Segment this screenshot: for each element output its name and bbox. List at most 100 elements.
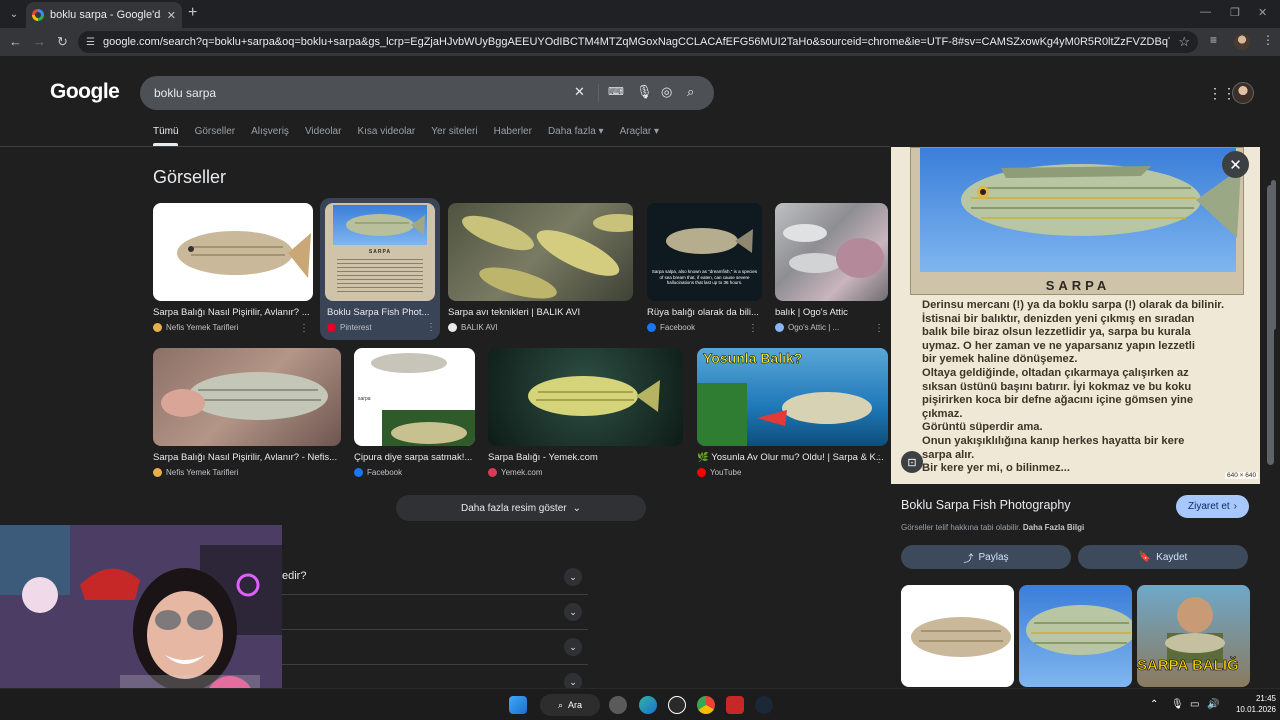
volume-icon[interactable]: 🔊 (1207, 699, 1219, 710)
result-caption[interactable]: Rüya balığı olarak da bili... (647, 307, 762, 319)
window-close-icon[interactable]: ✕ (1258, 6, 1267, 19)
network-icon[interactable]: ▭ (1190, 699, 1199, 710)
more-options-icon[interactable]: ⋮ (874, 454, 884, 465)
result-thumbnail[interactable] (153, 348, 341, 446)
more-options-icon[interactable]: ⋮ (426, 322, 436, 333)
tab-short-videos[interactable]: Kısa videolar (357, 126, 415, 137)
related-image[interactable]: SARPA BALIĞ (1137, 585, 1250, 687)
result-source[interactable]: Nefis Yemek Tarifleri (153, 321, 313, 333)
bookmark-star-icon[interactable]: ☆ (1178, 34, 1190, 50)
image-result[interactable]: balık | Ogo's Attic Ogo's Attic | ... ⋮ (775, 203, 888, 334)
site-info-icon[interactable]: ☰ (86, 37, 95, 48)
result-caption[interactable]: balık | Ogo's Attic (775, 307, 888, 319)
chevron-down-icon[interactable]: ⌄ (564, 603, 582, 621)
search-input[interactable]: boklu sarpa (154, 86, 216, 100)
result-thumbnail[interactable] (488, 348, 683, 446)
result-thumbnail[interactable]: Sarpa salpa, also known as "dreamfish," … (647, 203, 762, 301)
restore-icon[interactable]: ❐ (1230, 6, 1240, 19)
related-image[interactable] (901, 585, 1014, 687)
image-result[interactable]: Sarpa avı teknikleri | BALIK AVI BALIK A… (448, 203, 633, 333)
forward-icon[interactable]: → (33, 34, 46, 49)
related-image[interactable] (1019, 585, 1132, 687)
visit-button[interactable]: Ziyaret et › (1176, 495, 1249, 518)
more-options-icon[interactable]: ⋮ (299, 323, 309, 334)
related-question[interactable]: ⌄ (282, 595, 588, 630)
save-button[interactable]: 🔖 Kaydet (1078, 545, 1248, 569)
chevron-down-icon[interactable]: ⌄ (564, 568, 582, 586)
account-avatar[interactable] (1232, 82, 1254, 104)
more-options-icon[interactable]: ⋮ (874, 323, 884, 334)
media-control-icon[interactable]: ≡ (1210, 33, 1217, 47)
system-clock[interactable]: 21:45 10.01.2026 (1226, 693, 1276, 715)
steam-icon[interactable] (755, 696, 773, 714)
back-icon[interactable]: ← (9, 34, 22, 49)
lens-search-icon[interactable]: ⊡ (901, 451, 923, 473)
result-source[interactable]: Nefis Yemek Tarifleri (153, 466, 341, 478)
google-logo[interactable]: Google (50, 80, 120, 104)
share-button[interactable]: ⤴ Paylaş (901, 545, 1071, 569)
image-result[interactable]: sarpa Çipura diye sarpa satmak!... Faceb… (354, 348, 475, 478)
image-result[interactable]: Yosunla Balık? 🌿 Yosunla Av Olur mu? Old… (697, 348, 888, 478)
related-question[interactable]: edir? ⌄ (282, 560, 588, 595)
minimize-icon[interactable]: — (1200, 6, 1211, 18)
result-caption[interactable]: Sarpa Balığı Nasıl Pişirilir, Avlanır? -… (153, 452, 341, 464)
result-caption[interactable]: Sarpa Balığı - Yemek.com (488, 452, 683, 464)
result-caption[interactable]: Boklu Sarpa Fish Phot... (327, 307, 435, 319)
result-source[interactable]: Ogo's Attic | ... (775, 321, 888, 333)
windows-start-icon[interactable] (509, 696, 527, 714)
image-result[interactable]: Sarpa Balığı - Yemek.com Yemek.com (488, 348, 683, 478)
chrome-icon[interactable] (697, 696, 715, 714)
scrollbar-thumb[interactable] (1271, 180, 1276, 330)
image-result[interactable]: Sarpa Balığı Nasıl Pişirilir, Avlanır? .… (153, 203, 313, 334)
learn-more-link[interactable]: Daha Fazla Bilgi (1023, 523, 1084, 532)
clear-search-icon[interactable]: ✕ (574, 84, 585, 100)
new-tab-icon[interactable]: + (188, 4, 197, 22)
browser-menu-icon[interactable]: ⋮ (1262, 33, 1274, 47)
result-thumbnail[interactable] (153, 203, 313, 301)
lens-search-icon[interactable]: ◎ (661, 84, 672, 100)
tab-close-icon[interactable]: ✕ (167, 9, 176, 22)
related-question[interactable]: ⌄ (282, 630, 588, 665)
obs-icon[interactable] (609, 696, 627, 714)
tab-places[interactable]: Yer siteleri (431, 126, 477, 137)
reload-icon[interactable]: ↻ (57, 34, 68, 50)
browser-tab[interactable]: boklu sarpa - Google'da Ara ✕ (26, 2, 182, 28)
page-scrollbar[interactable] (1270, 60, 1278, 688)
result-caption[interactable]: Sarpa Balığı Nasıl Pişirilir, Avlanır? .… (153, 307, 313, 319)
tab-search-chevron-icon[interactable]: ⌄ (4, 4, 24, 24)
edge-icon[interactable] (639, 696, 657, 714)
tab-news[interactable]: Haberler (494, 126, 532, 137)
preview-image[interactable]: SARPA Derinsu mercanı (!) ya da boklu sa… (891, 147, 1260, 484)
search-box[interactable]: boklu sarpa ✕ ⌨ 🎙 ◎ ⌕ (140, 76, 714, 110)
more-options-icon[interactable]: ⋮ (748, 323, 758, 334)
image-result[interactable]: Sarpa salpa, also known as "dreamfish," … (647, 203, 762, 334)
browser-profile-avatar[interactable] (1234, 34, 1250, 50)
voicemod-icon[interactable] (726, 696, 744, 714)
preview-title[interactable]: Boklu Sarpa Fish Photography (901, 498, 1071, 512)
result-source[interactable]: BALIK AVI (448, 321, 633, 333)
result-source[interactable]: Yemek.com (488, 466, 683, 478)
close-preview-button[interactable]: ✕ (1222, 151, 1249, 178)
result-caption[interactable]: Çipura diye sarpa satmak!... (354, 452, 475, 464)
tab-images[interactable]: Görseller (195, 126, 236, 137)
tray-chevron-up-icon[interactable]: ⌃ (1150, 699, 1158, 710)
taskbar-search[interactable]: ⌕ Ara (540, 694, 600, 716)
app-icon[interactable] (668, 696, 686, 714)
result-caption[interactable]: 🌿 Yosunla Av Olur mu? Oldu! | Sarpa & K.… (697, 452, 888, 464)
result-thumbnail[interactable] (448, 203, 633, 301)
address-bar[interactable]: ☰ google.com/search?q=boklu+sarpa&oq=bok… (78, 31, 1198, 53)
keyboard-icon[interactable]: ⌨ (608, 85, 624, 98)
tab-tools[interactable]: Araçlar ▾ (620, 126, 660, 137)
image-result-selected[interactable]: SARPA Boklu Sarpa Fish Phot... Pinterest… (320, 198, 440, 340)
tab-more[interactable]: Daha fazla ▾ (548, 126, 604, 137)
show-more-images-button[interactable]: Daha fazla resim göster ⌄ (396, 495, 646, 521)
microphone-icon[interactable]: 🎙 (1171, 699, 1184, 710)
chevron-down-icon[interactable]: ⌄ (564, 638, 582, 656)
search-icon[interactable]: ⌕ (687, 84, 694, 100)
result-source[interactable]: Facebook (647, 321, 762, 333)
result-thumbnail[interactable]: SARPA (325, 203, 435, 301)
result-source[interactable]: Pinterest (327, 321, 372, 333)
tab-all[interactable]: Tümü (153, 126, 179, 137)
result-source[interactable]: Facebook (354, 466, 475, 478)
tab-shopping[interactable]: Alışveriş (251, 126, 289, 137)
